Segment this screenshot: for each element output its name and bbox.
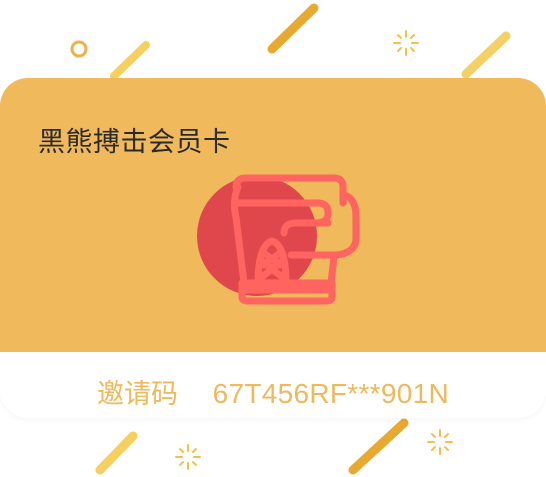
invite-label: 邀请码 [96, 379, 178, 410]
ring-decoration [70, 40, 88, 58]
stripe-decoration [267, 3, 319, 54]
invite-code-row[interactable]: 邀请码 67T456RF***901N [97, 372, 449, 411]
invite-section: 邀请码 67T456RF***901N [0, 352, 546, 418]
boxing-glove-icon [197, 174, 360, 305]
stripe-decoration [95, 431, 138, 475]
card-title: 黑熊搏击会员卡 [38, 127, 231, 158]
membership-card: 黑熊搏击会员卡 邀请码 67T456RF***901N [0, 78, 546, 418]
stripe-decoration [348, 418, 409, 475]
sparkle-decoration [393, 30, 419, 56]
sparkle-decoration [427, 429, 453, 455]
sparkle-decoration [175, 444, 201, 470]
invite-code[interactable]: 67T456RF***901N [213, 378, 449, 409]
card-face: 黑熊搏击会员卡 [0, 78, 546, 352]
stripe-decoration [110, 41, 150, 80]
stripe-decoration [461, 31, 511, 79]
